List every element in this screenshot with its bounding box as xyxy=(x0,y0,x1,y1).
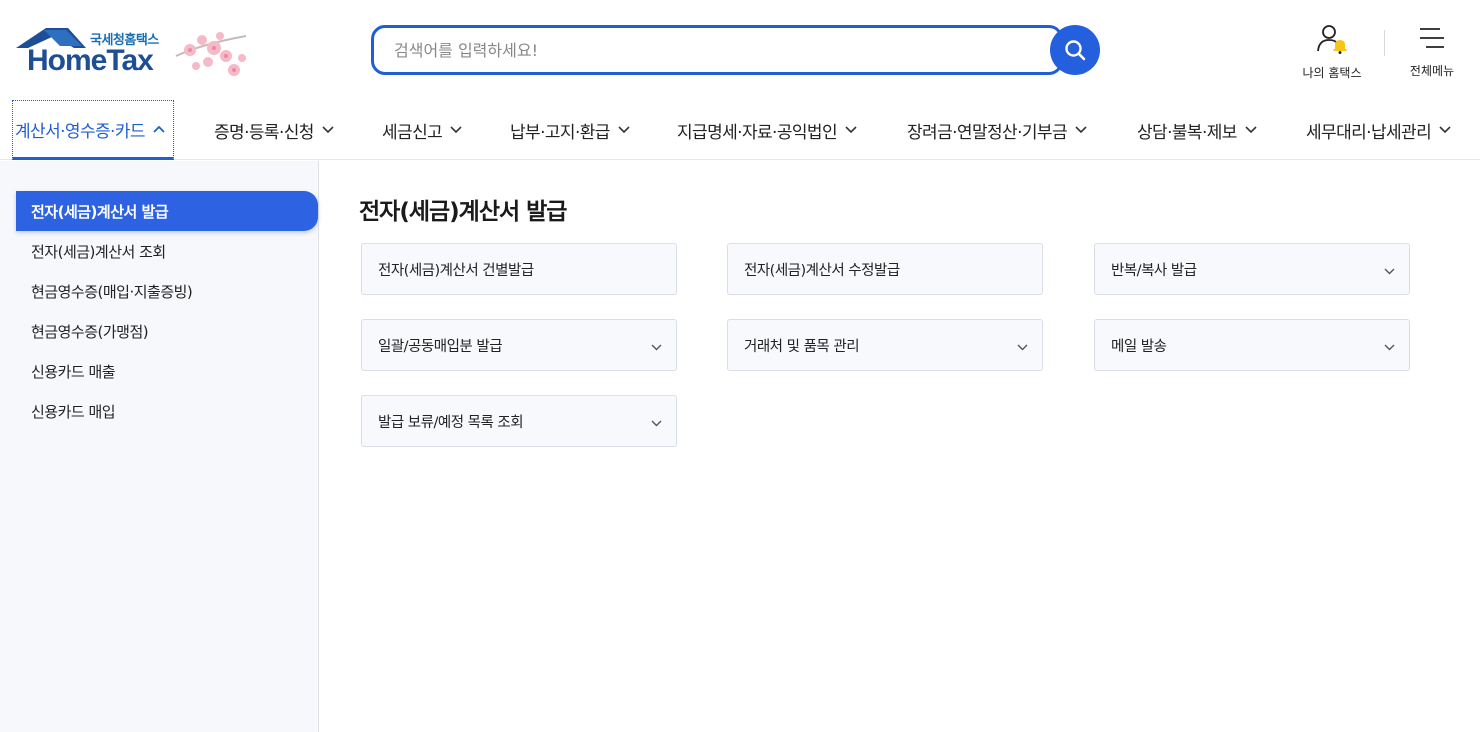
card-label: 일괄/공동매입분 발급 xyxy=(378,338,503,355)
card-pending-list-inquiry[interactable]: 발급 보류/예정 목록 조회 xyxy=(361,395,677,447)
logo-big-text: HomeTax xyxy=(27,44,154,77)
nav-item-payment[interactable]: 납부·고지·환급 xyxy=(510,100,630,160)
card-repeat-copy-issue[interactable]: 반복/복사 발급 xyxy=(1094,243,1410,295)
search-bar xyxy=(371,25,1101,77)
chevron-down-icon xyxy=(322,126,334,134)
nav-item-tax-agent[interactable]: 세무대리·납세관리 xyxy=(1306,100,1451,160)
sidebar: 전자(세금)계산서 발급 전자(세금)계산서 조회 현금영수증(매입·지출증빙)… xyxy=(0,161,319,732)
hamburger-menu-icon xyxy=(1420,28,1444,48)
nav-item-label: 납부·고지·환급 xyxy=(510,122,610,143)
nav-item-certificates[interactable]: 증명·등록·신청 xyxy=(214,100,334,160)
chevron-down-icon xyxy=(651,420,662,427)
search-input[interactable] xyxy=(371,25,1063,75)
card-amend-issue[interactable]: 전자(세금)계산서 수정발급 xyxy=(727,243,1043,295)
chevron-down-icon xyxy=(651,344,662,351)
main-nav: 계산서·영수증·카드 증명·등록·신청 세금신고 납부·고지·환급 지급명세·자… xyxy=(0,100,1480,160)
card-label: 전자(세금)계산서 수정발급 xyxy=(744,262,900,279)
sidebar-item-e-invoice-issue[interactable]: 전자(세금)계산서 발급 xyxy=(16,191,318,231)
nav-item-tax-filing[interactable]: 세금신고 xyxy=(382,100,462,160)
chevron-down-icon xyxy=(1245,126,1257,134)
nav-item-invoice-receipt-card[interactable]: 계산서·영수증·카드 xyxy=(12,100,174,160)
card-label: 거래처 및 품목 관리 xyxy=(744,338,860,355)
card-label: 발급 보류/예정 목록 조회 xyxy=(378,414,524,431)
card-label: 반복/복사 발급 xyxy=(1111,262,1197,279)
card-send-mail[interactable]: 메일 발송 xyxy=(1094,319,1410,371)
sidebar-item-cash-receipt-purchase[interactable]: 현금영수증(매입·지출증빙) xyxy=(16,271,318,311)
nav-item-label: 세금신고 xyxy=(382,122,443,143)
nav-item-label: 증명·등록·신청 xyxy=(214,122,314,143)
util-divider xyxy=(1384,30,1385,56)
my-hometax-label: 나의 홈택스 xyxy=(1302,66,1362,80)
nav-item-label: 장려금·연말정산·기부금 xyxy=(907,122,1068,143)
card-label: 전자(세금)계산서 건별발급 xyxy=(378,262,534,279)
card-label: 메일 발송 xyxy=(1111,338,1167,355)
sidebar-item-label: 전자(세금)계산서 조회 xyxy=(31,242,166,261)
search-button[interactable] xyxy=(1050,25,1100,75)
chevron-up-icon xyxy=(153,125,165,133)
nav-item-label: 세무대리·납세관리 xyxy=(1306,122,1432,143)
sidebar-item-e-invoice-inquiry[interactable]: 전자(세금)계산서 조회 xyxy=(16,231,318,271)
search-icon xyxy=(1065,40,1086,61)
nav-item-consultation[interactable]: 상담·불복·제보 xyxy=(1137,100,1257,160)
site-header: 국세청홈택스 HomeTax 검색어를 입력하세요! 나의 홈택스 전체메뉴 xyxy=(0,0,1480,100)
all-menu-label: 전체메뉴 xyxy=(1409,64,1455,78)
all-menu-button[interactable]: 전체메뉴 xyxy=(1400,24,1464,79)
nav-item-label: 지급명세·자료·공익법인 xyxy=(677,122,838,143)
chevron-down-icon xyxy=(618,126,630,134)
chevron-down-icon xyxy=(450,126,462,134)
sidebar-item-label: 신용카드 매입 xyxy=(31,402,116,421)
sidebar-item-credit-card-sales[interactable]: 신용카드 매출 xyxy=(16,351,318,391)
cherry-blossom-icon xyxy=(175,32,247,76)
sidebar-item-label: 현금영수증(매입·지출증빙) xyxy=(31,282,193,301)
user-bell-icon xyxy=(1317,25,1347,54)
sidebar-item-label: 신용카드 매출 xyxy=(31,362,116,381)
nav-item-statements[interactable]: 지급명세·자료·공익법인 xyxy=(677,100,857,160)
card-single-issue[interactable]: 전자(세금)계산서 건별발급 xyxy=(361,243,677,295)
sidebar-item-credit-card-purchase[interactable]: 신용카드 매입 xyxy=(16,391,318,431)
chevron-down-icon xyxy=(1017,344,1028,351)
sidebar-item-cash-receipt-merchant[interactable]: 현금영수증(가맹점) xyxy=(16,311,318,351)
nav-item-incentives[interactable]: 장려금·연말정산·기부금 xyxy=(907,100,1087,160)
card-bulk-issue[interactable]: 일괄/공동매입분 발급 xyxy=(361,319,677,371)
chevron-down-icon xyxy=(1384,344,1395,351)
chevron-down-icon xyxy=(1439,126,1451,134)
sidebar-item-label: 현금영수증(가맹점) xyxy=(31,322,149,341)
my-hometax-button[interactable]: 나의 홈택스 xyxy=(1297,24,1367,81)
nav-item-label: 계산서·영수증·카드 xyxy=(15,121,146,142)
nav-item-label: 상담·불복·제보 xyxy=(1137,122,1237,143)
sidebar-item-label: 전자(세금)계산서 발급 xyxy=(31,202,169,221)
chevron-down-icon xyxy=(1075,126,1087,134)
page-title: 전자(세금)계산서 발급 xyxy=(359,199,567,225)
card-partner-item-management[interactable]: 거래처 및 품목 관리 xyxy=(727,319,1043,371)
chevron-down-icon xyxy=(1384,268,1395,275)
hometax-logo[interactable]: 국세청홈택스 HomeTax xyxy=(14,22,254,82)
chevron-down-icon xyxy=(845,126,857,134)
